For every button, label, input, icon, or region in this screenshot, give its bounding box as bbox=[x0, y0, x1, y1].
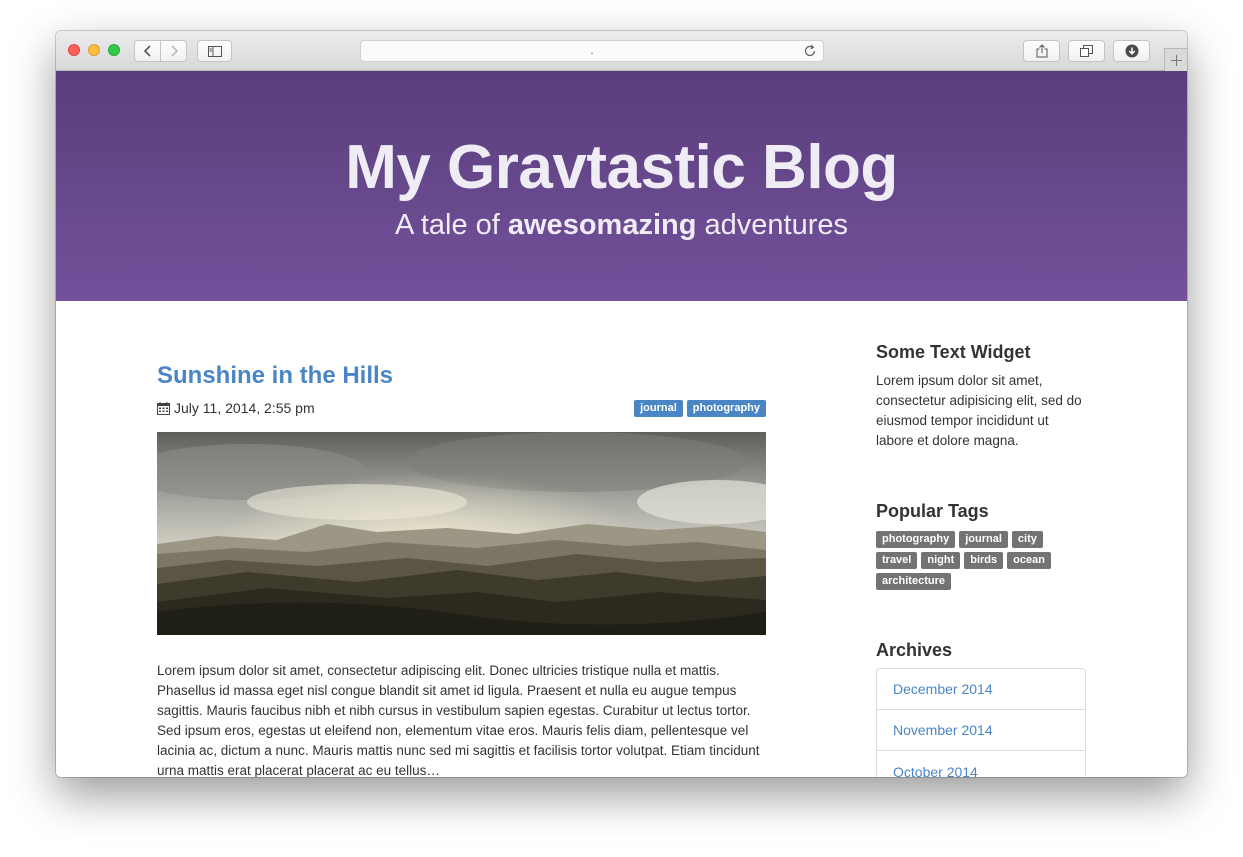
zoom-window-button[interactable] bbox=[108, 44, 120, 56]
text-widget-body: Lorem ipsum dolor sit amet, consectetur … bbox=[876, 373, 1082, 448]
close-window-button[interactable] bbox=[68, 44, 80, 56]
tag-ocean[interactable]: ocean bbox=[1007, 552, 1051, 569]
post-excerpt: Lorem ipsum dolor sit amet, consectetur … bbox=[157, 663, 760, 777]
post-tags: journal photography bbox=[634, 400, 766, 417]
archive-link-december-2014[interactable]: December 2014 bbox=[877, 669, 1085, 710]
tag-city[interactable]: city bbox=[1011, 531, 1043, 548]
post-tag-journal[interactable]: journal bbox=[634, 400, 683, 417]
page-content: Sunshine in the Hills July 11, 2014, 2:5… bbox=[56, 301, 1187, 777]
archives-list: December 2014 November 2014 October 2014 bbox=[876, 668, 1086, 777]
archives-title: Archives bbox=[876, 640, 953, 660]
subtitle-text-end: adventures bbox=[696, 209, 848, 241]
text-widget-title: Some Text Widget bbox=[876, 342, 1031, 362]
archive-link-october-2014[interactable]: October 2014 bbox=[877, 751, 1085, 778]
post-date-text: July 11, 2014, 2:55 pm bbox=[174, 400, 315, 416]
blog-header: My Gravtastic Blog A tale of awesomazing… bbox=[56, 71, 1187, 301]
tag-travel[interactable]: travel bbox=[876, 552, 918, 569]
new-tab-icon bbox=[1170, 54, 1182, 66]
share-button[interactable] bbox=[1023, 40, 1060, 62]
blog-subtitle: A tale of awesomazing adventures bbox=[56, 207, 1187, 243]
browser-toolbar: . bbox=[56, 31, 1187, 71]
minimize-window-button[interactable] bbox=[88, 44, 100, 56]
subtitle-emphasis: awesomazing bbox=[507, 209, 697, 241]
download-icon bbox=[1125, 44, 1138, 58]
tag-architecture[interactable]: architecture bbox=[876, 573, 951, 590]
post-hero-image[interactable] bbox=[157, 432, 766, 635]
forward-button[interactable] bbox=[160, 41, 186, 61]
popular-tags-title: Popular Tags bbox=[876, 501, 989, 521]
forward-icon bbox=[171, 45, 178, 57]
show-tabs-button[interactable] bbox=[1068, 40, 1105, 62]
new-tab-button[interactable] bbox=[1164, 48, 1187, 71]
browser-window: . My Gravtastic Blog A tale of awesomazi… bbox=[56, 31, 1187, 777]
downloads-button[interactable] bbox=[1113, 40, 1150, 62]
archive-link-november-2014[interactable]: November 2014 bbox=[877, 710, 1085, 751]
share-icon bbox=[1036, 44, 1047, 58]
address-text: . bbox=[590, 45, 594, 57]
back-button[interactable] bbox=[135, 41, 160, 61]
post-title-link[interactable]: Sunshine in the Hills bbox=[157, 361, 393, 391]
tag-journal[interactable]: journal bbox=[959, 531, 1008, 548]
post-date: July 11, 2014, 2:55 pm bbox=[157, 399, 315, 417]
landscape-photo bbox=[157, 432, 766, 635]
calendar-icon bbox=[157, 401, 170, 415]
reload-icon[interactable] bbox=[803, 44, 817, 58]
back-icon bbox=[143, 45, 151, 57]
post-tag-photography[interactable]: photography bbox=[686, 400, 766, 417]
sidebar-icon bbox=[207, 45, 222, 57]
tabs-icon bbox=[1080, 45, 1093, 57]
history-nav bbox=[134, 40, 187, 62]
popular-tags-list: photography journal city travel night bi… bbox=[876, 531, 1086, 590]
tag-birds[interactable]: birds bbox=[964, 552, 1004, 569]
sidebar-toggle-button[interactable] bbox=[197, 40, 232, 62]
blog-title[interactable]: My Gravtastic Blog bbox=[56, 133, 1187, 203]
tag-photography[interactable]: photography bbox=[876, 531, 956, 548]
tag-night[interactable]: night bbox=[921, 552, 961, 569]
address-bar[interactable]: . bbox=[360, 40, 824, 62]
subtitle-text-start: A tale of bbox=[395, 209, 508, 241]
